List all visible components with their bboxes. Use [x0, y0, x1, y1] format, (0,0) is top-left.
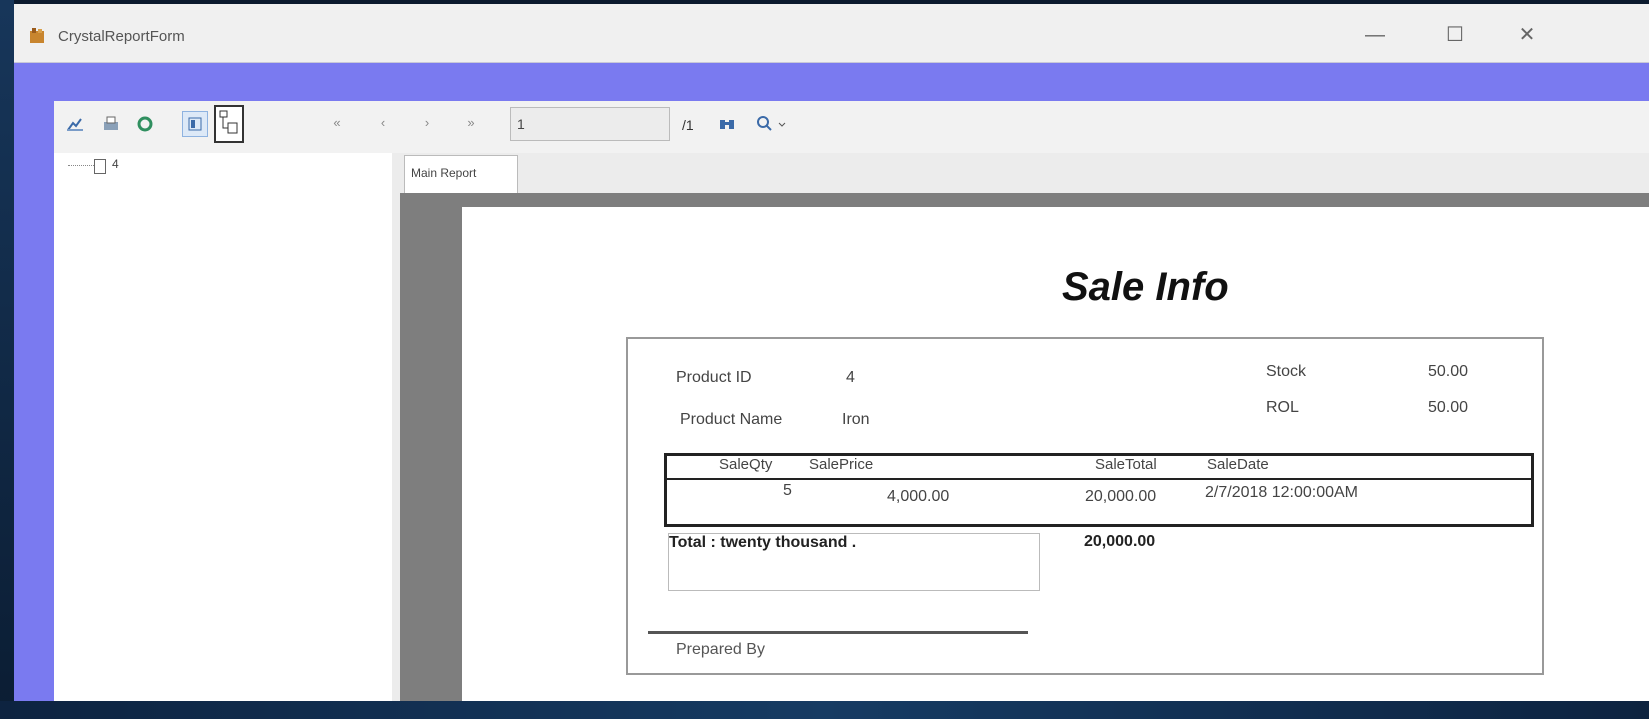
total-box: Total : twenty thousand . [668, 533, 1040, 591]
refresh-icon[interactable] [132, 111, 158, 137]
stock-value: 50.00 [1428, 363, 1469, 380]
product-name-label: Product Name [680, 411, 783, 428]
taskbar-edge [0, 701, 1649, 719]
group-tree-panel: 4 [54, 153, 393, 701]
table-cell: 5 [783, 482, 792, 499]
toggle-group-tree-icon[interactable] [214, 105, 244, 143]
last-page-icon[interactable]: » [464, 115, 478, 135]
window-title: CrystalReportForm [58, 28, 185, 45]
print-icon[interactable] [98, 111, 124, 137]
desktop-background [0, 0, 14, 719]
product-id-label: Product ID [676, 369, 752, 386]
report-details-box: Product ID 4 Product Name Iron Stock 50.… [626, 337, 1544, 675]
crystal-report-viewer: « ‹ › » /1 4 Main Report Sale Info [54, 101, 1649, 701]
stock-label: Stock [1266, 363, 1307, 380]
first-page-icon[interactable]: « [330, 115, 344, 135]
next-page-icon[interactable]: › [420, 115, 434, 135]
page-number-input[interactable] [510, 107, 670, 141]
tree-connector [68, 165, 94, 166]
viewer-toolbar: « ‹ › » /1 [54, 101, 1649, 154]
prepared-by-label: Prepared By [676, 641, 765, 658]
toggle-parameter-panel-icon[interactable] [182, 111, 208, 137]
product-id-value: 4 [846, 369, 855, 386]
page-total-label: /1 [682, 117, 694, 133]
previous-page-icon[interactable]: ‹ [376, 115, 390, 135]
rol-value: 50.00 [1428, 399, 1469, 416]
report-preview-area[interactable]: Sale Info Product ID 4 Product Name Iron… [400, 193, 1649, 701]
find-icon[interactable] [714, 111, 740, 137]
table-cell: 2/7/2018 12:00:00AM [1205, 484, 1359, 501]
group-tree-item[interactable]: 4 [112, 157, 119, 171]
tab-strip: Main Report [400, 153, 1649, 193]
table-header: SaleTotal [1095, 456, 1157, 473]
zoom-icon[interactable] [754, 111, 790, 137]
title-bar[interactable]: CrystalReportForm — ☐ ✕ [14, 4, 1649, 63]
splitter[interactable] [392, 153, 400, 701]
minimize-button[interactable]: — [1352, 20, 1398, 50]
tab-main-report[interactable]: Main Report [404, 155, 518, 193]
table-header: SaleQty [719, 456, 773, 473]
sales-table: SaleQty SalePrice SaleTotal SaleDate 5 4… [664, 453, 1534, 527]
table-cell: 4,000.00 [887, 488, 950, 505]
table-header: SaleDate [1207, 456, 1269, 473]
table-header: SalePrice [809, 456, 874, 473]
total-in-words: Total : twenty thousand . [669, 534, 857, 551]
app-icon [30, 28, 44, 43]
document-icon [94, 159, 106, 174]
report-page: Sale Info Product ID 4 Product Name Iron… [462, 207, 1649, 701]
crystal-report-window: CrystalReportForm — ☐ ✕ « ‹ › » 1 /1 4 M… [14, 4, 1649, 701]
table-divider [667, 478, 1531, 480]
maximize-button[interactable]: ☐ [1432, 20, 1478, 50]
total-value: 20,000.00 [1084, 533, 1156, 550]
rol-label: ROL [1266, 399, 1299, 416]
table-cell: 20,000.00 [1085, 488, 1157, 505]
close-button[interactable]: ✕ [1504, 20, 1550, 50]
product-name-value: Iron [842, 411, 870, 428]
report-title: Sale Info [1062, 265, 1229, 309]
signature-line [648, 631, 1028, 634]
export-icon[interactable] [62, 111, 88, 137]
